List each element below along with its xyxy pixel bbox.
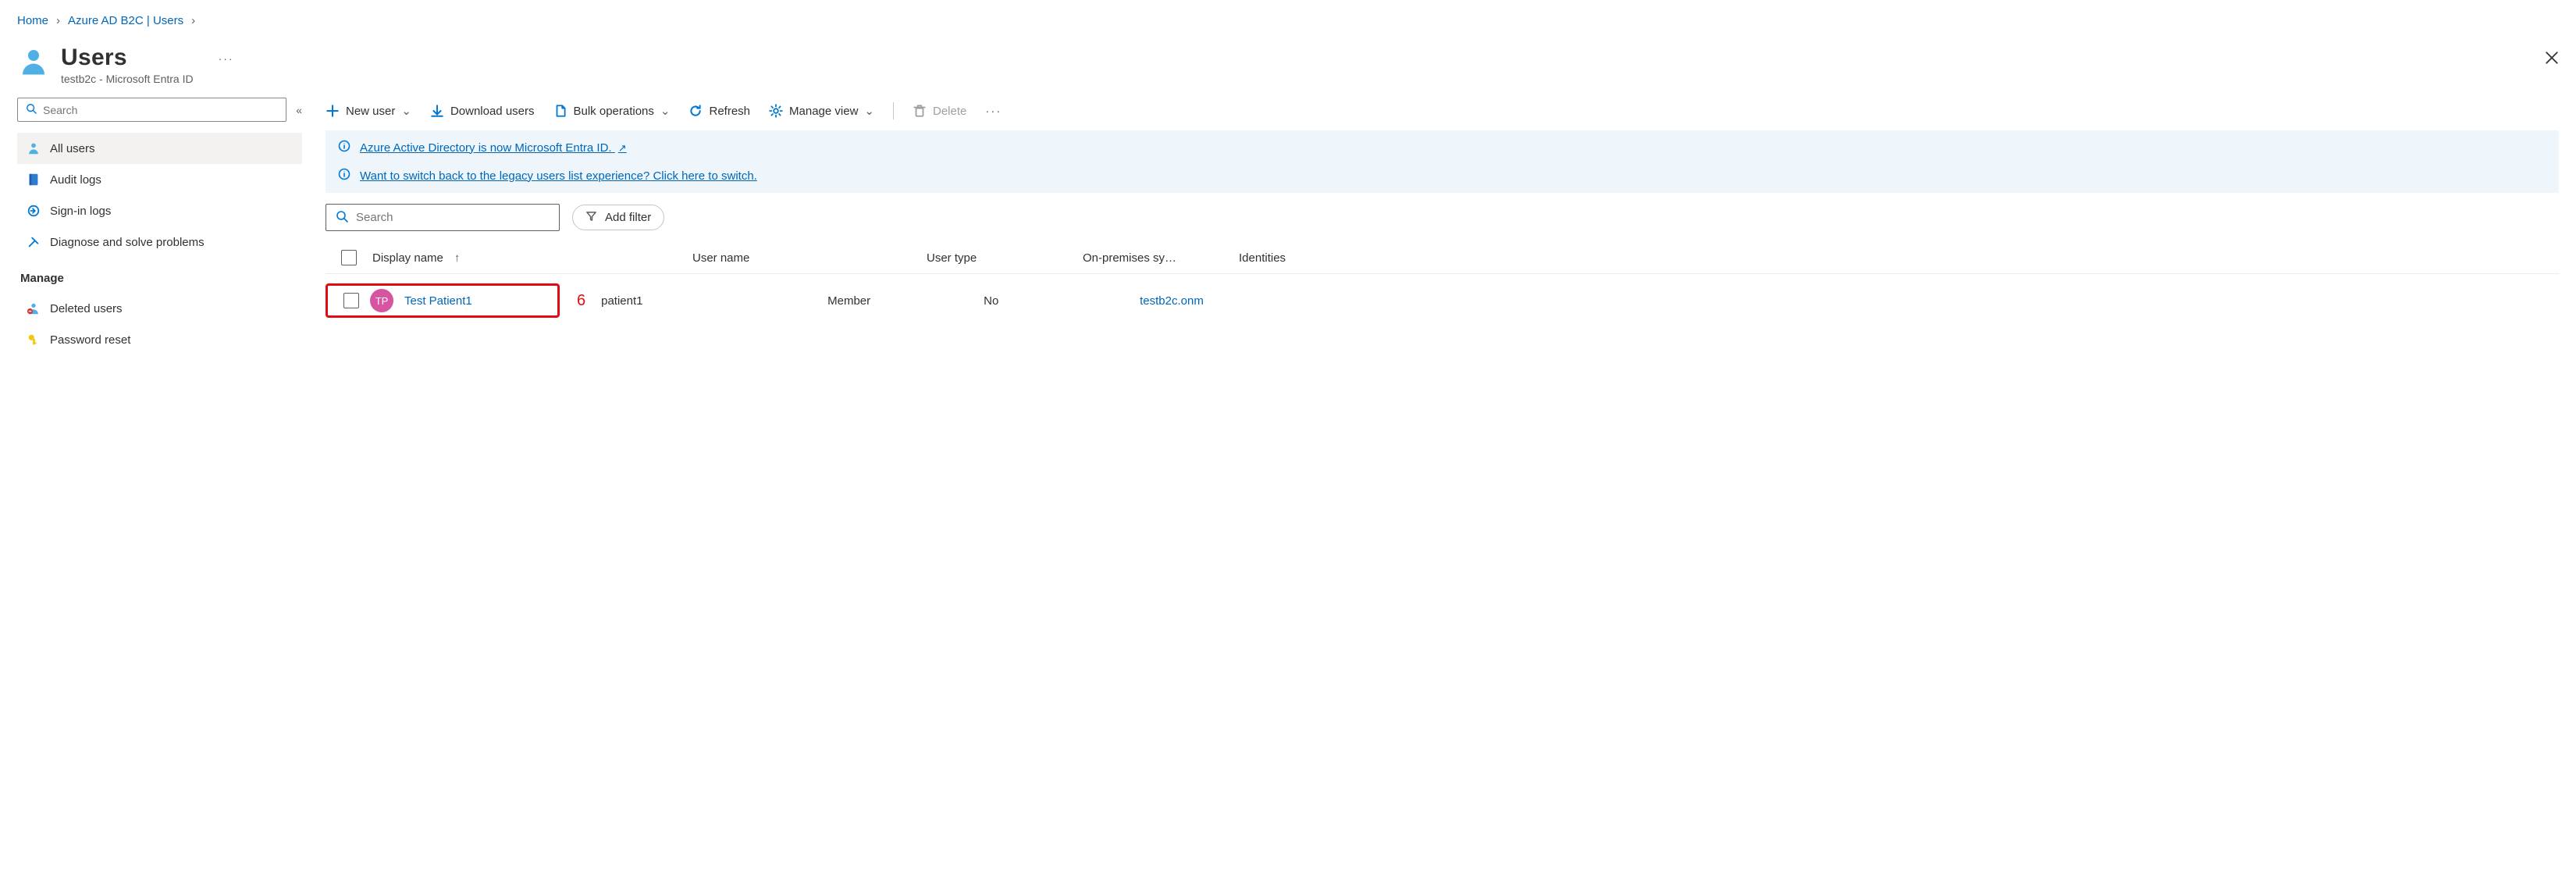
toolbar-label: Delete (933, 105, 966, 118)
more-actions[interactable]: ··· (985, 105, 1002, 118)
close-button[interactable] (2545, 51, 2559, 67)
page-subtitle: testb2c - Microsoft Entra ID (61, 73, 194, 85)
person-icon (27, 141, 41, 155)
user-display-name-link[interactable]: Test Patient1 (404, 294, 472, 308)
refresh-icon (688, 104, 703, 118)
legacy-switch-link[interactable]: Want to switch back to the legacy users … (360, 169, 757, 183)
book-icon (27, 173, 41, 187)
sidebar-item-label: Audit logs (50, 173, 101, 187)
users-table: Display name ↑ User name User type On-pr… (326, 242, 2559, 327)
delete-button: Delete (913, 104, 966, 118)
table-header: Display name ↑ User name User type On-pr… (326, 242, 2559, 274)
banner-text: Azure Active Directory is now Microsoft … (360, 141, 612, 155)
sidebar-section-manage: Manage (17, 258, 302, 293)
breadcrumb: Home › Azure AD B2C | Users › (17, 14, 2559, 27)
toolbar-label: Download users (450, 105, 535, 118)
manage-view-button[interactable]: Manage view ⌄ (769, 104, 874, 118)
info-banner-entra: Azure Active Directory is now Microsoft … (326, 130, 2559, 165)
toolbar-label: Bulk operations (574, 105, 654, 118)
col-user-type[interactable]: User type (927, 251, 1083, 265)
tools-icon (27, 235, 41, 249)
breadcrumb-parent[interactable]: Azure AD B2C | Users (68, 14, 183, 27)
filter-icon (585, 210, 597, 225)
chevron-right-icon: › (56, 14, 60, 27)
document-icon (553, 104, 568, 118)
info-icon (338, 140, 350, 155)
sidebar: « All users Audit logs Sign-in logs (17, 98, 302, 355)
col-display-name[interactable]: Display name (372, 251, 443, 265)
cell-user-name: patient1 (601, 294, 827, 308)
filter-row: Add filter (326, 204, 2559, 231)
sidebar-item-deleted-users[interactable]: Deleted users (17, 293, 302, 324)
sidebar-item-label: Sign-in logs (50, 205, 111, 218)
cell-identities[interactable]: testb2c.onm (1140, 294, 2559, 308)
sidebar-search-input[interactable] (43, 104, 278, 116)
page-title: Users (61, 45, 194, 71)
toolbar-label: Refresh (709, 105, 750, 118)
sidebar-item-diagnose[interactable]: Diagnose and solve problems (17, 226, 302, 258)
select-all-checkbox[interactable] (341, 250, 357, 265)
sort-asc-icon[interactable]: ↑ (454, 251, 461, 265)
sidebar-item-label: Password reset (50, 333, 130, 347)
sidebar-item-password-reset[interactable]: Password reset (17, 324, 302, 355)
toolbar-label: Manage view (789, 105, 858, 118)
pill-label: Add filter (605, 211, 651, 224)
row-highlight-box: TP Test Patient1 (326, 283, 560, 318)
search-icon (336, 210, 348, 225)
main-panel: New user ⌄ Download users Bulk operation… (302, 98, 2559, 355)
chevron-down-icon: ⌄ (660, 104, 671, 118)
download-icon (430, 104, 444, 118)
more-icon[interactable]: ··· (219, 52, 234, 65)
annotation-marker: 6 (577, 292, 585, 310)
chevron-down-icon: ⌄ (864, 104, 874, 118)
row-checkbox[interactable] (343, 293, 359, 308)
search-icon (26, 103, 37, 116)
chevron-down-icon: ⌄ (401, 104, 411, 118)
sidebar-item-audit-logs[interactable]: Audit logs (17, 164, 302, 195)
refresh-button[interactable]: Refresh (688, 104, 750, 118)
table-row[interactable]: TP Test Patient1 6 patient1 Member No te… (326, 274, 2559, 327)
info-banner-legacy: Want to switch back to the legacy users … (326, 165, 2559, 193)
avatar: TP (370, 289, 393, 312)
chevron-right-icon: › (191, 14, 195, 27)
col-on-prem[interactable]: On-premises sy… (1083, 251, 1239, 265)
sidebar-item-all-users[interactable]: All users (17, 133, 302, 164)
signin-icon (27, 204, 41, 218)
key-icon (27, 333, 41, 347)
cell-user-type: Member (827, 294, 984, 308)
plus-icon (326, 104, 340, 118)
trash-icon (913, 104, 927, 118)
person-remove-icon (27, 301, 41, 315)
toolbar-label: New user (346, 105, 395, 118)
sidebar-item-sign-in-logs[interactable]: Sign-in logs (17, 195, 302, 226)
info-icon (338, 168, 350, 183)
sidebar-search[interactable] (17, 98, 286, 122)
cell-on-prem: No (984, 294, 1140, 308)
users-search[interactable] (326, 204, 560, 231)
sidebar-item-label: Diagnose and solve problems (50, 236, 205, 249)
breadcrumb-home[interactable]: Home (17, 14, 48, 27)
col-user-name[interactable]: User name (692, 251, 927, 265)
toolbar: New user ⌄ Download users Bulk operation… (326, 98, 2559, 130)
users-search-input[interactable] (356, 211, 550, 224)
separator (893, 102, 894, 119)
sidebar-item-label: Deleted users (50, 302, 123, 315)
download-users-button[interactable]: Download users (430, 104, 535, 118)
col-identities[interactable]: Identities (1239, 251, 2559, 265)
add-filter-button[interactable]: Add filter (572, 205, 664, 230)
entra-notice-link[interactable]: Azure Active Directory is now Microsoft … (360, 141, 627, 155)
gear-icon (769, 104, 783, 118)
sidebar-item-label: All users (50, 142, 95, 155)
collapse-sidebar-icon[interactable]: « (296, 104, 302, 116)
users-icon (17, 45, 50, 80)
new-user-button[interactable]: New user ⌄ (326, 104, 411, 118)
page-header: Users testb2c - Microsoft Entra ID ··· (17, 45, 2559, 85)
bulk-operations-button[interactable]: Bulk operations ⌄ (553, 104, 671, 118)
external-link-icon: ↗ (618, 142, 627, 154)
